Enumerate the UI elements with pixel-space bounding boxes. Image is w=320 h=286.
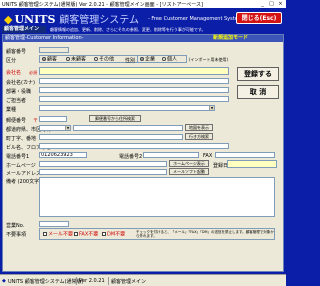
email-button[interactable]: メールソフト起動 — [169, 168, 209, 175]
pref-select[interactable]: ▼ — [39, 125, 71, 131]
postal-label: 郵便番号 — [6, 118, 27, 124]
homepage-label: ホームページ — [6, 163, 36, 169]
industry-select[interactable]: ▼ — [39, 105, 215, 111]
mail-label: 不要事項 — [6, 232, 27, 238]
app-header: ◆ UNITS 顧客管理システム - Free Customer Manageme… — [0, 8, 286, 26]
logo-icon: ◆ — [4, 13, 13, 26]
category-label: 区分 — [6, 58, 17, 64]
company-input[interactable] — [39, 67, 229, 75]
gender-label: 性別 — [125, 58, 136, 64]
register-date-field — [227, 160, 277, 168]
category-radio-other[interactable]: その他 — [94, 57, 114, 62]
postal-input[interactable] — [39, 116, 67, 122]
fax-input[interactable] — [215, 152, 275, 158]
postal-search-button[interactable]: 郵便番号から住所検索 — [89, 115, 141, 122]
customer-no-label: 顧客番号 — [6, 49, 27, 55]
mode-indicator: 新規追加モード — [213, 35, 249, 41]
customer-form-panel: 顧客管理-Customer Information- 新規追加モード 顧客番号 … — [2, 34, 284, 272]
company-kana-input[interactable] — [39, 78, 229, 84]
town-input[interactable] — [39, 134, 183, 140]
nav-strip: 顧客管理メイン 顧客情報の追加、更新、削除、さらにそれの参照、変更、削除等を行う… — [0, 26, 286, 33]
status-app-name: UNITS 顧客管理システム(通常版) — [8, 279, 84, 285]
no-fax-checkbox[interactable]: FAX不要 — [74, 232, 98, 238]
close-app-button[interactable]: 閉じる(Esc) — [236, 12, 282, 24]
screen-title: 顧客管理メイン — [2, 26, 46, 33]
homepage-input[interactable] — [39, 161, 167, 167]
entity-radio-individual[interactable]: 個人 — [162, 57, 177, 62]
contact-input[interactable] — [39, 96, 229, 102]
phone-label: 電話番号1 — [6, 154, 30, 160]
remarks-textarea[interactable] — [39, 177, 275, 217]
fax-label: FAX — [203, 153, 213, 159]
city-input[interactable] — [73, 125, 183, 131]
industry-label: 業種 — [6, 107, 17, 113]
building-input[interactable] — [39, 143, 229, 149]
import-note: (インポート用未使用) — [189, 57, 229, 62]
register-date-label: 登録日 — [213, 163, 229, 169]
phone2-input[interactable] — [143, 152, 199, 158]
minimize-button[interactable]: _ — [258, 0, 267, 8]
company-label: 会社名 — [6, 70, 22, 76]
email-label: メールアドレス — [6, 171, 42, 177]
no-email-checkbox[interactable]: メール不要 — [43, 232, 73, 238]
mail-flags-note: チェックを付けると、「メール」「FAX」「DM」の送信を禁止します。顧客管理で対… — [136, 230, 274, 238]
phone-input[interactable]: 0120623923 — [39, 152, 87, 158]
window-titlebar: UNITS 顧客管理システム(通常版) Ver 2.0.21 - 顧客管理メイン… — [0, 0, 286, 8]
route-button[interactable]: 行き方検索 — [185, 133, 213, 140]
logo-jp-text: 顧客管理システム — [59, 15, 139, 26]
sales-label: 営業No. — [6, 223, 25, 229]
customer-no-field — [39, 47, 69, 53]
email-input[interactable] — [39, 169, 167, 175]
chevron-down-icon: ▼ — [209, 106, 214, 110]
category-radio-prospect[interactable]: 未顧客 — [66, 57, 86, 62]
remarks-label: 備考 (200文字) — [6, 179, 42, 185]
homepage-button[interactable]: ホームページ表示 — [169, 160, 209, 167]
required-mark: 必須 — [29, 70, 37, 75]
postal-mark: 〒 — [33, 118, 39, 124]
gender-group: 企業 個人 — [137, 55, 187, 63]
category-radio-customer[interactable]: 顧客 — [42, 57, 57, 62]
dept-label: 部署・役職 — [6, 89, 32, 95]
contact-label: ご担当者 — [6, 98, 27, 104]
no-dm-checkbox[interactable]: DM不要 — [102, 232, 125, 238]
company-kana-label: 会社名(カナ) — [6, 80, 35, 86]
sales-input[interactable] — [39, 221, 69, 227]
cancel-button[interactable]: 取 消 — [237, 85, 279, 99]
chevron-down-icon: ▼ — [65, 126, 70, 130]
status-bar: ◆ UNITS 顧客管理システム(通常版) Ver 2.0.21 顧客管理メイン — [0, 274, 286, 286]
status-screen: 顧客管理メイン — [111, 279, 147, 285]
map-button[interactable]: 地図を表示 — [185, 124, 213, 131]
window-title: UNITS 顧客管理システム(通常版) Ver 2.0.21 - 顧客管理メイン… — [2, 2, 204, 8]
phone2-label: 電話番号2 — [119, 154, 143, 160]
window-close-button[interactable]: × — [276, 0, 285, 8]
mail-flags-group: メール不要 FAX不要 DM不要 チェックを付けると、「メール」「FAX」「DM… — [39, 228, 275, 240]
logo-text: UNITS — [14, 13, 56, 26]
status-version: Ver 2.0.21 — [79, 278, 105, 284]
entity-radio-company[interactable]: 企業 — [140, 57, 155, 62]
app-subtitle: - Free Customer Management System - — [148, 16, 247, 22]
app-logo: ◆ UNITS 顧客管理システム — [4, 11, 139, 26]
town-label: 町丁字、番地 — [6, 136, 37, 142]
maximize-button[interactable]: □ — [267, 0, 276, 8]
register-button[interactable]: 登録する — [237, 67, 279, 81]
screen-description: 顧客情報の追加、更新、削除、さらにそれの参照、変更、削除等を行う事が可能です。 — [50, 27, 206, 32]
dept-input[interactable] — [39, 87, 229, 93]
status-app-icon: ◆ — [2, 278, 6, 284]
